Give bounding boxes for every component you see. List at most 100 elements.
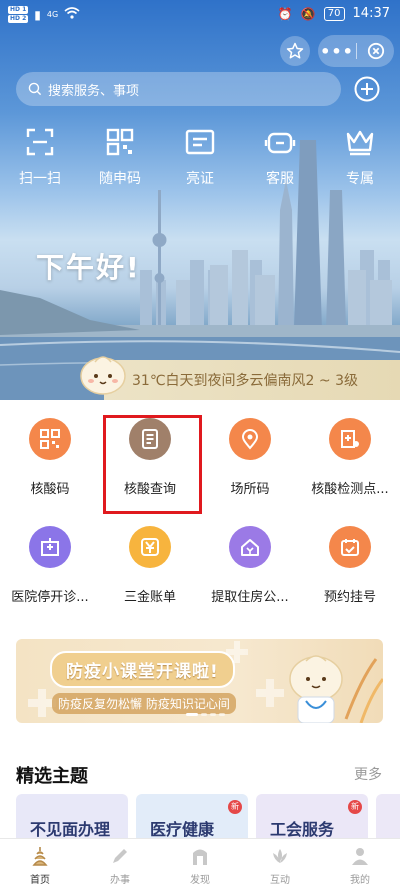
service-label: 核酸码 — [30, 482, 70, 497]
service-icon-circle — [229, 526, 271, 568]
qr-code-icon — [106, 128, 134, 156]
wifi-icon — [64, 7, 80, 22]
qr-grid-icon — [40, 429, 60, 449]
add-button[interactable] — [354, 76, 380, 102]
headset-icon — [264, 132, 296, 154]
new-badge: 新 — [228, 800, 242, 814]
tab-label: 首页 — [30, 875, 50, 886]
banner-title: 防疫小课堂开课啦! — [50, 651, 235, 688]
tab-discover[interactable]: 发现 — [160, 839, 240, 888]
service-icon-circle — [229, 418, 271, 460]
close-button[interactable] — [357, 42, 394, 60]
featured-more-link[interactable]: 更多 — [354, 764, 382, 784]
hospital-pin-icon — [341, 430, 359, 448]
miniapp-capsule: ••• — [318, 35, 394, 67]
service-testing-sites[interactable]: 核酸检测点... — [300, 418, 400, 526]
service-nucleic-code[interactable]: 核酸码 — [0, 418, 100, 526]
pen-icon — [113, 849, 127, 863]
quick-action-scan[interactable]: 扫一扫 — [0, 126, 80, 188]
new-badge: 新 — [348, 800, 362, 814]
tab-label: 发现 — [190, 875, 210, 886]
service-label: 三金账单 — [123, 590, 176, 605]
featured-title: 精选主题 — [16, 766, 88, 787]
pagination-dot — [186, 713, 198, 716]
sim-indicators: HD 1 HD 2 — [8, 6, 29, 23]
service-hospital-closure[interactable]: 医院停开诊... — [0, 526, 100, 634]
service-three-funds-bill[interactable]: 三金账单 — [100, 526, 200, 634]
service-housing-fund[interactable]: 提取住房公... — [200, 526, 300, 634]
battery-indicator: 70 — [323, 6, 345, 21]
tab-interact[interactable]: 互动 — [240, 839, 320, 888]
service-appointment[interactable]: 预约挂号 — [300, 526, 400, 634]
sim2-label: HD 2 — [8, 15, 29, 23]
topic-card[interactable]: 新 医疗健康 — [136, 794, 248, 838]
hospital-building-icon — [41, 538, 59, 556]
more-options-button[interactable]: ••• — [318, 42, 356, 61]
search-placeholder: 搜索服务、事项 — [48, 83, 140, 99]
search-bar[interactable]: 搜索服务、事项 — [16, 72, 341, 106]
quick-action-customer-service[interactable]: 客服 — [240, 126, 320, 188]
quick-actions: 扫一扫 随申码 亮证 客服 专属 — [0, 126, 400, 188]
service-label: 预约挂号 — [323, 590, 376, 605]
pagination-dot — [219, 713, 225, 716]
topic-card[interactable] — [376, 794, 400, 838]
arch-icon — [193, 849, 207, 865]
quick-action-label: 随申码 — [99, 171, 141, 187]
quick-action-label: 客服 — [266, 171, 294, 187]
bottom-tab-bar: 首页 办事 发现 互动 我的 — [0, 838, 400, 888]
topic-label: 医疗健康 — [150, 820, 215, 838]
featured-topics: 不见面办理 新 医疗健康 新 工会服务 — [16, 794, 400, 838]
quick-action-show-id[interactable]: 亮证 — [160, 126, 240, 188]
service-label: 核酸检测点... — [311, 482, 389, 497]
banner-subtitle: 防疫反复勿松懈 防疫知识记心间 — [52, 693, 236, 714]
search-icon — [28, 82, 42, 96]
service-label: 提取住房公... — [211, 590, 289, 605]
service-venue-code[interactable]: 场所码 — [200, 418, 300, 526]
user-icon — [352, 848, 368, 865]
topic-card[interactable]: 新 工会服务 — [256, 794, 368, 838]
network-type: 4G — [46, 10, 59, 19]
promo-banner[interactable]: 防疫小课堂开课啦! 防疫反复勿松懈 防疫知识记心间 — [16, 639, 383, 723]
housing-fund-icon — [241, 539, 259, 556]
service-label: 场所码 — [230, 482, 270, 497]
service-icon-circle — [129, 526, 171, 568]
pagoda-home-icon — [32, 847, 48, 866]
topic-label: 工会服务 — [270, 820, 335, 838]
service-icon-circle — [29, 526, 71, 568]
quick-action-exclusive[interactable]: 专属 — [320, 126, 400, 188]
mute-icon: 🔕 — [300, 6, 316, 21]
plus-circle-icon — [354, 76, 380, 102]
weather-bar[interactable]: 31℃白天到夜间多云偏南风2 ~ 3级 — [104, 360, 400, 400]
clock: 14:37 — [352, 6, 390, 21]
crown-icon — [346, 130, 374, 156]
tab-home[interactable]: 首页 — [0, 839, 80, 888]
tab-profile[interactable]: 我的 — [320, 839, 400, 888]
service-icon-circle — [329, 526, 371, 568]
greeting-text: 下午好! — [36, 251, 141, 284]
status-bar: HD 1 HD 2 ▮ 4G ⏰ 🔕 70 14:37 — [0, 0, 400, 28]
weather-text: 31℃白天到夜间多云偏南风2 ~ 3级 — [132, 373, 358, 389]
topic-label: 不见面办理 — [30, 820, 111, 838]
quick-action-label: 扫一扫 — [19, 171, 61, 187]
bun-mascot-icon — [80, 356, 126, 395]
service-label: 医院停开诊... — [11, 590, 89, 605]
topic-card[interactable]: 不见面办理 — [16, 794, 128, 838]
close-circle-icon — [367, 42, 384, 60]
pagination-dot — [210, 713, 216, 716]
lotus-icon — [273, 849, 287, 863]
star-icon — [286, 42, 304, 59]
signal-icon: ▮ — [34, 7, 41, 22]
location-pin-icon — [241, 429, 259, 450]
yuan-bill-icon — [141, 538, 159, 556]
tab-label: 办事 — [110, 875, 130, 886]
service-icon-circle — [329, 418, 371, 460]
calendar-check-icon — [341, 539, 359, 556]
tab-label: 我的 — [350, 875, 370, 886]
favorite-button[interactable] — [280, 36, 310, 66]
id-card-icon — [185, 129, 215, 155]
banner-pagination — [186, 713, 225, 716]
quick-action-suishen-code[interactable]: 随申码 — [80, 126, 160, 188]
quick-action-label: 亮证 — [186, 171, 214, 187]
scan-icon — [26, 128, 54, 156]
tab-services[interactable]: 办事 — [80, 839, 160, 888]
